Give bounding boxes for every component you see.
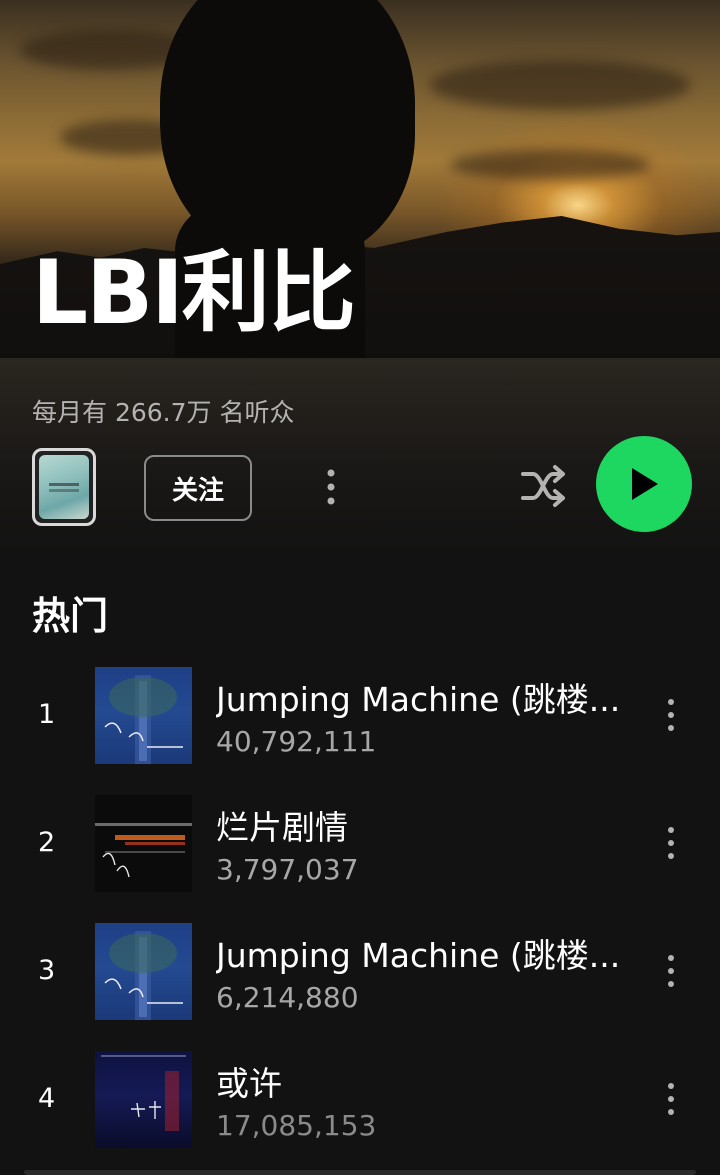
track-title: 或许: [216, 1064, 282, 1103]
track-play-count: 3,797,037: [216, 853, 359, 886]
track-more-button[interactable]: [656, 949, 686, 993]
track-more-button[interactable]: [656, 1077, 686, 1121]
track-title: Jumping Machine (跳楼...: [216, 936, 621, 975]
artist-page: LBI利比 每月有 266.7万 名听众 关注 热门 1 Jumping Mac…: [0, 0, 720, 1175]
monthly-listeners: 每月有 266.7万 名听众: [32, 398, 295, 427]
track-index: 4: [38, 1083, 56, 1114]
track-title: 烂片剧情: [216, 808, 348, 847]
shuffle-button[interactable]: [516, 458, 572, 514]
more-vertical-icon: [668, 955, 674, 987]
track-index: 1: [38, 699, 56, 730]
artist-header-image: LBI利比: [0, 0, 720, 358]
cloud: [450, 150, 650, 180]
track-cover-art: [95, 1051, 192, 1148]
track-cover-art-graphic: [95, 823, 192, 878]
mini-player-edge: [24, 1170, 696, 1175]
more-vertical-icon: [668, 1083, 674, 1115]
track-cover-art: [95, 667, 192, 764]
person-silhouette-head: [160, 0, 415, 260]
track-play-count: 6,214,880: [216, 981, 359, 1014]
more-vertical-icon: [668, 827, 674, 859]
more-vertical-icon: [327, 469, 335, 505]
more-options-button[interactable]: [318, 463, 344, 511]
play-button[interactable]: [596, 436, 692, 532]
track-cover-art: [95, 795, 192, 892]
cloud: [430, 60, 690, 110]
track-cover-art: [95, 923, 192, 1020]
shuffle-icon: [521, 465, 565, 507]
track-row[interactable]: 1 Jumping Machine (跳楼... 40,792,111: [0, 667, 720, 767]
track-index: 3: [38, 955, 56, 986]
track-cover-art-graphic: [101, 1055, 186, 1131]
artist-pick-art: [39, 455, 89, 519]
track-cover-art-graphic: [104, 675, 183, 764]
track-play-count: 17,085,153: [216, 1109, 377, 1142]
artist-pick-thumbnail[interactable]: [32, 448, 96, 526]
more-vertical-icon: [668, 699, 674, 731]
track-cover-art-graphic: [104, 931, 183, 1020]
popular-section-title: 热门: [32, 594, 109, 638]
artist-name: LBI利比: [32, 241, 356, 344]
track-index: 2: [38, 827, 56, 858]
track-row[interactable]: 4 或许 17,085,153: [0, 1051, 720, 1151]
track-play-count: 40,792,111: [216, 725, 377, 758]
play-icon: [632, 468, 658, 500]
track-more-button[interactable]: [656, 821, 686, 865]
follow-button[interactable]: 关注: [144, 455, 252, 521]
track-row[interactable]: 2 烂片剧情 3,797,037: [0, 795, 720, 895]
track-row[interactable]: 3 Jumping Machine (跳楼... 6,214,880: [0, 923, 720, 1023]
track-more-button[interactable]: [656, 693, 686, 737]
track-title: Jumping Machine (跳楼...: [216, 680, 621, 719]
